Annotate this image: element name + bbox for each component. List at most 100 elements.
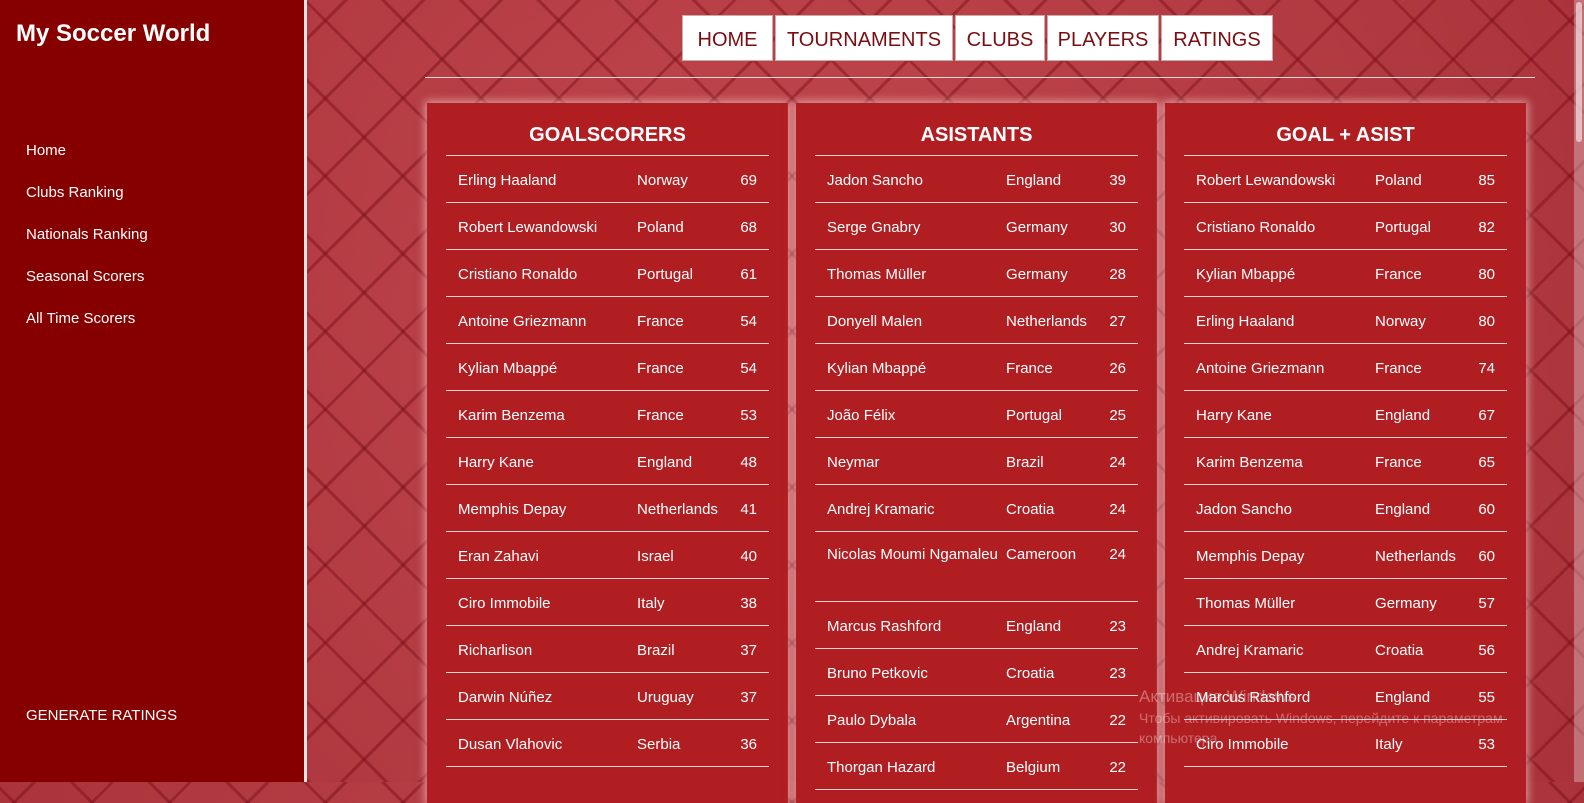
player-country: Germany (1006, 266, 1068, 283)
nav-clubs[interactable]: CLUBS (955, 15, 1045, 61)
table-row: Bruno Petkovic Croatia 23 (815, 649, 1138, 696)
table-row: Kylian Mbappé France 54 (446, 344, 769, 391)
player-value: 24 (1109, 546, 1126, 563)
player-country: Netherlands (1006, 313, 1087, 330)
table-row: Richarlison Brazil 37 (446, 626, 769, 673)
player-name: Memphis Depay (1196, 548, 1305, 565)
table-row: Thomas Müller Germany 28 (815, 250, 1138, 297)
nav-home[interactable]: HOME (682, 15, 773, 61)
player-value: 54 (740, 313, 757, 330)
player-value: 56 (1478, 642, 1495, 659)
top-nav: HOME TOURNAMENTS CLUBS PLAYERS RATINGS (682, 15, 1273, 61)
sidebar-nav: Home Clubs Ranking Nationals Ranking Sea… (26, 141, 148, 351)
generate-ratings-button[interactable]: GENERATE RATINGS (26, 707, 177, 724)
player-country: France (637, 313, 684, 330)
table-row: Cristiano Ronaldo Portugal 61 (446, 250, 769, 297)
nav-players[interactable]: PLAYERS (1047, 15, 1159, 61)
watermark-text: Чтобы активировать Windows, перейдите к … (1139, 710, 1503, 726)
sidebar-item-home[interactable]: Home (26, 141, 148, 183)
table-row: Erling Haaland Norway 80 (1184, 297, 1507, 344)
player-value: 27 (1109, 313, 1126, 330)
player-name: Erling Haaland (458, 172, 557, 189)
player-name: Nicolas Moumi Ngamaleu (827, 546, 998, 563)
table-row: Darwin Núñez Uruguay 37 (446, 673, 769, 720)
player-value: 37 (740, 642, 757, 659)
table-row: Marcus Rashford England 23 (815, 602, 1138, 649)
sidebar-item-all-time-scorers[interactable]: All Time Scorers (26, 309, 148, 351)
player-country: Portugal (1006, 407, 1062, 424)
scrollbar-thumb[interactable] (1576, 2, 1582, 142)
player-country: Israel (637, 548, 674, 565)
table-row: Kylian Mbappé France 26 (815, 344, 1138, 391)
table-row: Serge Gnabry Germany 30 (815, 203, 1138, 250)
player-value: 60 (1478, 501, 1495, 518)
panel-title: ASISTANTS (815, 103, 1138, 156)
player-name: Ciro Immobile (458, 595, 551, 612)
player-value: 40 (740, 548, 757, 565)
player-value: 82 (1478, 219, 1495, 236)
page-scrollbar[interactable] (1574, 0, 1584, 782)
player-value: 25 (1109, 407, 1126, 424)
table-row: Harry Kane England 67 (1184, 391, 1507, 438)
table-row: Harry Kane England 48 (446, 438, 769, 485)
player-value: 60 (1478, 548, 1495, 565)
player-country: England (1006, 172, 1062, 189)
player-country: Uruguay (637, 689, 694, 706)
table-row: Erling Haaland Norway 69 (446, 156, 769, 203)
table-row: Cristiano Ronaldo Portugal 82 (1184, 203, 1507, 250)
player-name: Eran Zahavi (458, 548, 539, 565)
player-country: Germany (1006, 219, 1068, 236)
sidebar-item-clubs-ranking[interactable]: Clubs Ranking (26, 183, 148, 225)
player-country: France (637, 407, 684, 424)
player-value: 80 (1478, 313, 1495, 330)
table-row: Memphis Depay Netherlands 41 (446, 485, 769, 532)
player-country: Norway (637, 172, 688, 189)
player-country: Brazil (1006, 454, 1044, 471)
player-country: Croatia (1006, 501, 1055, 518)
player-value: 23 (1109, 665, 1126, 682)
nav-ratings[interactable]: RATINGS (1161, 15, 1273, 61)
panel-title: GOALSCORERS (446, 103, 769, 156)
player-country: England (637, 454, 693, 471)
player-name: Cristiano Ronaldo (458, 266, 578, 283)
player-name: Donyell Malen (827, 313, 923, 330)
table-row: Thorgan Hazard Belgium 22 (815, 743, 1138, 790)
table-row: Jadon Sancho England 60 (1184, 485, 1507, 532)
player-name: Harry Kane (1196, 407, 1272, 424)
player-name: Dusan Vlahovic (458, 736, 563, 753)
player-value: 22 (1109, 712, 1126, 729)
table-row: Kylian Mbappé France 80 (1184, 250, 1507, 297)
player-name: Memphis Depay (458, 501, 567, 518)
player-value: 68 (740, 219, 757, 236)
table-row: Thomas Müller Germany 57 (1184, 579, 1507, 626)
player-value: 36 (740, 736, 757, 753)
player-name: Antoine Griezmann (458, 313, 587, 330)
player-name: Karim Benzema (1196, 454, 1303, 471)
player-name: Kylian Mbappé (1196, 266, 1296, 283)
windows-activation-watermark: Активация Windows Чтобы активировать Win… (1139, 686, 1503, 748)
player-country: Argentina (1006, 712, 1071, 729)
player-country: Portugal (1375, 219, 1431, 236)
player-value: 41 (740, 501, 757, 518)
table-row: Nicolas Moumi Ngamaleu Cameroon 24 (815, 532, 1138, 602)
player-country: Croatia (1375, 642, 1424, 659)
player-country: Belgium (1006, 759, 1061, 776)
player-country: Poland (1375, 172, 1422, 189)
player-name: Karim Benzema (458, 407, 565, 424)
player-name: Kylian Mbappé (827, 360, 927, 377)
player-name: Darwin Núñez (458, 689, 553, 706)
table-row: Jadon Sancho England 39 (815, 156, 1138, 203)
assistants-panel: ASISTANTS Jadon Sancho England 39 Serge Gna… (796, 103, 1157, 803)
table-row: Antoine Griezmann France 74 (1184, 344, 1507, 391)
player-value: 24 (1109, 501, 1126, 518)
player-name: Cristiano Ronaldo (1196, 219, 1316, 236)
player-value: 54 (740, 360, 757, 377)
sidebar-item-nationals-ranking[interactable]: Nationals Ranking (26, 225, 148, 267)
sidebar-item-seasonal-scorers[interactable]: Seasonal Scorers (26, 267, 148, 309)
player-value: 61 (740, 266, 757, 283)
player-name: Andrej Kramaric (827, 501, 935, 518)
player-country: France (1006, 360, 1053, 377)
player-country: Italy (637, 595, 665, 612)
table-row: Dusan Vlahovic Serbia 36 (446, 720, 769, 767)
nav-tournaments[interactable]: TOURNAMENTS (775, 15, 953, 61)
